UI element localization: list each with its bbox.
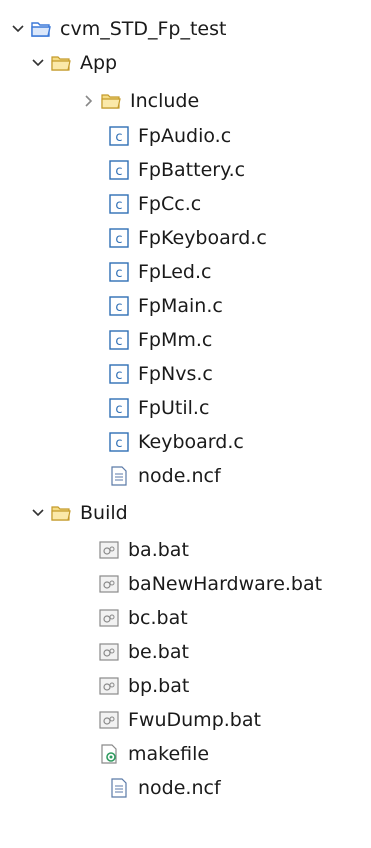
file-label: be.bat <box>128 641 189 663</box>
svg-text:c: c <box>115 368 122 383</box>
tree-node-file[interactable]: node.ncf <box>108 459 221 493</box>
tree-node-file[interactable]: FwuDump.bat <box>98 703 261 737</box>
tree-node-file[interactable]: c FpMain.c <box>108 289 223 323</box>
batch-file-icon <box>99 643 119 661</box>
c-source-file-icon: c <box>109 126 129 146</box>
c-source-file-icon: c <box>109 262 129 282</box>
file-label: ba.bat <box>128 539 189 561</box>
tree-node-include-folder[interactable]: Include <box>80 84 199 118</box>
makefile-icon <box>101 744 117 764</box>
file-label: bp.bat <box>128 675 190 697</box>
chevron-down-icon[interactable] <box>30 505 46 521</box>
c-source-file-icon: c <box>109 296 129 316</box>
tree-node-file[interactable]: makefile <box>98 737 209 771</box>
project-folder-icon <box>31 22 51 37</box>
include-folder-label: Include <box>130 90 200 112</box>
chevron-right-icon[interactable] <box>80 93 96 109</box>
c-source-file-icon: c <box>109 330 129 350</box>
chevron-down-icon[interactable] <box>10 21 26 37</box>
file-label: FpCc.c <box>138 193 202 215</box>
file-label: FpUtil.c <box>138 397 210 419</box>
tree-node-file[interactable]: c FpUtil.c <box>108 391 209 425</box>
tree-node-file[interactable]: c FpAudio.c <box>108 119 231 153</box>
file-label: FpNvs.c <box>138 363 213 385</box>
c-source-file-icon: c <box>109 432 129 452</box>
tree-node-file[interactable]: ba.bat <box>98 533 189 567</box>
folder-open-icon <box>51 56 71 71</box>
batch-file-icon <box>99 575 119 593</box>
c-source-file-icon: c <box>109 228 129 248</box>
svg-text:c: c <box>115 300 122 315</box>
tree-node-file[interactable]: c FpCc.c <box>108 187 201 221</box>
tree-node-file[interactable]: be.bat <box>98 635 189 669</box>
svg-text:c: c <box>115 130 122 145</box>
batch-file-icon <box>99 541 119 559</box>
tree-node-file[interactable]: bp.bat <box>98 669 189 703</box>
tree-node-project[interactable]: cvm_STD_Fp_test <box>10 12 226 46</box>
svg-text:c: c <box>115 436 122 451</box>
tree-node-file[interactable]: c FpNvs.c <box>108 357 213 391</box>
file-label: FpAudio.c <box>138 125 232 147</box>
text-file-icon <box>111 778 127 798</box>
file-label: Keyboard.c <box>138 431 244 453</box>
folder-open-icon <box>51 506 71 521</box>
svg-text:c: c <box>115 402 122 417</box>
tree-node-app-folder[interactable]: App <box>30 46 117 80</box>
file-label: FwuDump.bat <box>128 709 261 731</box>
tree-node-file[interactable]: c FpKeyboard.c <box>108 221 267 255</box>
project-label: cvm_STD_Fp_test <box>60 18 227 40</box>
tree-node-file[interactable]: baNewHardware.bat <box>98 567 322 601</box>
file-label: makefile <box>128 743 210 765</box>
batch-file-icon <box>99 677 119 695</box>
c-source-file-icon: c <box>109 194 129 214</box>
tree-node-file[interactable]: c FpBattery.c <box>108 153 245 187</box>
file-label: FpLed.c <box>138 261 212 283</box>
file-label: FpKeyboard.c <box>138 227 267 249</box>
tree-node-file[interactable]: node.ncf <box>108 771 221 805</box>
c-source-file-icon: c <box>109 398 129 418</box>
svg-text:c: c <box>115 266 122 281</box>
svg-text:c: c <box>115 334 122 349</box>
svg-text:c: c <box>115 232 122 247</box>
file-label: FpBattery.c <box>138 159 246 181</box>
c-source-file-icon: c <box>109 364 129 384</box>
tree-node-file[interactable]: c FpLed.c <box>108 255 211 289</box>
batch-file-icon <box>99 609 119 627</box>
chevron-down-icon[interactable] <box>30 55 46 71</box>
folder-open-icon <box>101 94 121 109</box>
tree-node-file[interactable]: c Keyboard.c <box>108 425 244 459</box>
file-label: FpMm.c <box>138 329 213 351</box>
file-label: baNewHardware.bat <box>128 573 323 595</box>
app-folder-label: App <box>80 52 118 74</box>
svg-text:c: c <box>115 198 122 213</box>
file-label: FpMain.c <box>138 295 223 317</box>
svg-text:c: c <box>115 164 122 179</box>
tree-node-file[interactable]: c FpMm.c <box>108 323 212 357</box>
batch-file-icon <box>99 711 119 729</box>
file-label: node.ncf <box>138 777 221 799</box>
text-file-icon <box>111 466 127 486</box>
file-label: bc.bat <box>128 607 188 629</box>
build-folder-label: Build <box>80 502 128 524</box>
tree-node-build-folder[interactable]: Build <box>30 496 128 530</box>
tree-node-file[interactable]: bc.bat <box>98 601 188 635</box>
project-explorer-tree: cvm_STD_Fp_test App Include c FpAudio.c … <box>0 0 371 848</box>
c-source-file-icon: c <box>109 160 129 180</box>
file-label: node.ncf <box>138 465 221 487</box>
